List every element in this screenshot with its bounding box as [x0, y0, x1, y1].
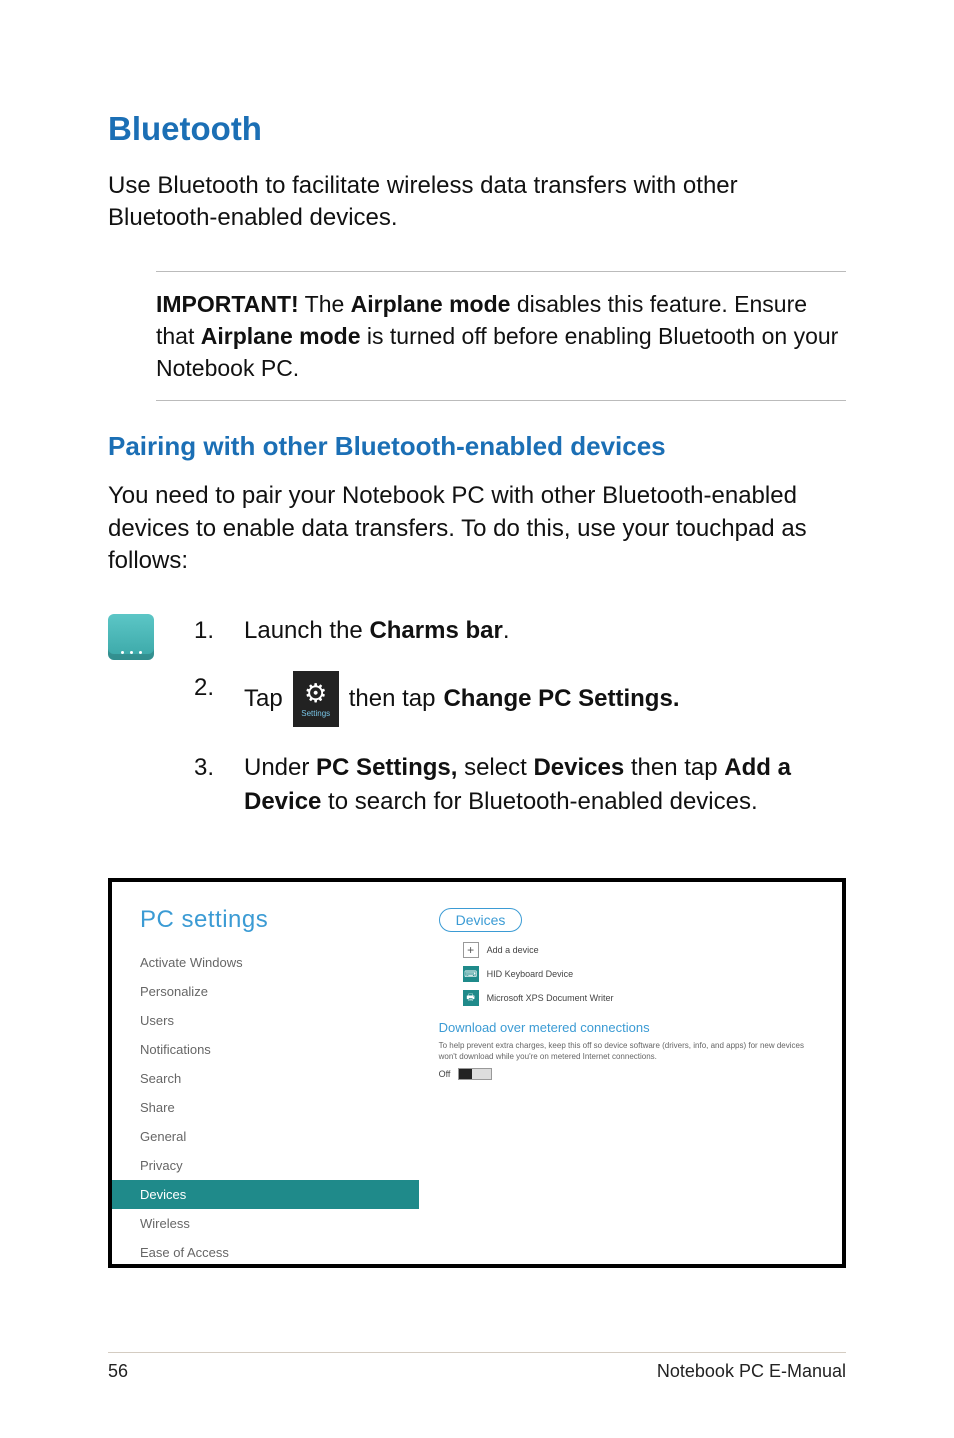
devices-pane: Devices + Add a device ⌨ HID Keyboard De… — [419, 882, 842, 1264]
devices-heading-badge: Devices — [439, 908, 523, 932]
step-3: 3. Under PC Settings, select Devices the… — [194, 751, 846, 818]
settings-tile-label: Settings — [301, 708, 330, 719]
sidebar-item-sync-your-settings[interactable]: Sync your settings — [140, 1267, 391, 1268]
device-row-printer[interactable]: 🖶 Microsoft XPS Document Writer — [439, 990, 822, 1006]
touchpad-icon — [108, 614, 154, 660]
step-number: 2. — [194, 671, 218, 705]
sidebar-item-personalize[interactable]: Personalize — [140, 977, 391, 1006]
intro-paragraph: Use Bluetooth to facilitate wireless dat… — [108, 170, 846, 235]
steps-container: 1. Launch the Charms bar. 2. Tap ⚙ Setti… — [108, 614, 846, 843]
step-number: 3. — [194, 751, 218, 785]
metered-description: To help prevent extra charges, keep this… — [439, 1041, 822, 1062]
settings-tile-icon: ⚙ Settings — [293, 671, 339, 727]
important-callout: IMPORTANT! The Airplane mode disables th… — [156, 271, 846, 402]
device-label: HID Keyboard Device — [487, 969, 574, 979]
plus-icon: + — [463, 942, 479, 958]
metered-toggle[interactable] — [458, 1068, 492, 1080]
footer-title: Notebook PC E-Manual — [657, 1361, 846, 1382]
section-heading: Pairing with other Bluetooth-enabled dev… — [108, 431, 846, 462]
step-text: Launch the — [244, 617, 369, 644]
callout-bold1: Airplane mode — [351, 291, 511, 317]
page-number: 56 — [108, 1361, 128, 1382]
toggle-label: Off — [439, 1069, 451, 1079]
device-label: Microsoft XPS Document Writer — [487, 993, 614, 1003]
printer-icon: 🖶 — [463, 990, 479, 1006]
pc-settings-sidebar: PC settings Activate Windows Personalize… — [112, 882, 419, 1264]
sidebar-item-share[interactable]: Share — [140, 1093, 391, 1122]
sidebar-item-users[interactable]: Users — [140, 1006, 391, 1035]
step-2: 2. Tap ⚙ Settings then tap Change PC Set… — [194, 671, 846, 727]
sidebar-title: PC settings — [140, 906, 391, 934]
gear-icon: ⚙ — [304, 680, 327, 706]
sidebar-item-wireless[interactable]: Wireless — [140, 1209, 391, 1238]
add-device-row[interactable]: + Add a device — [439, 942, 822, 958]
callout-text: The — [299, 291, 351, 317]
add-device-label: Add a device — [487, 945, 539, 955]
callout-prefix: IMPORTANT! — [156, 291, 299, 317]
step-text: Tap — [244, 682, 283, 716]
sidebar-item-ease-of-access[interactable]: Ease of Access — [140, 1238, 391, 1267]
step-text: to search for Bluetooth-enabled devices. — [321, 788, 757, 815]
section-paragraph: You need to pair your Notebook PC with o… — [108, 480, 846, 577]
sidebar-item-privacy[interactable]: Privacy — [140, 1151, 391, 1180]
step-bold: Devices — [533, 754, 624, 781]
sidebar-item-search[interactable]: Search — [140, 1064, 391, 1093]
sidebar-item-notifications[interactable]: Notifications — [140, 1035, 391, 1064]
step-text: select — [457, 754, 533, 781]
sidebar-item-general[interactable]: General — [140, 1122, 391, 1151]
callout-bold2: Airplane mode — [201, 323, 361, 349]
metered-toggle-row: Off — [439, 1068, 822, 1080]
step-bold: Charms bar — [369, 617, 502, 644]
step-number: 1. — [194, 614, 218, 648]
pc-settings-screenshot: PC settings Activate Windows Personalize… — [108, 878, 846, 1268]
step-bold: PC Settings, — [316, 754, 457, 781]
metered-heading: Download over metered connections — [439, 1020, 822, 1035]
step-text: then tap — [349, 682, 436, 716]
keyboard-icon: ⌨ — [463, 966, 479, 982]
sidebar-item-activate-windows[interactable]: Activate Windows — [140, 948, 391, 977]
device-row-keyboard[interactable]: ⌨ HID Keyboard Device — [439, 966, 822, 982]
step-text: Under — [244, 754, 316, 781]
step-text: . — [503, 617, 510, 644]
page-footer: 56 Notebook PC E-Manual — [108, 1352, 846, 1382]
step-1: 1. Launch the Charms bar. — [194, 614, 846, 648]
page-heading: Bluetooth — [108, 110, 846, 148]
step-bold: Change PC Settings. — [443, 682, 679, 716]
sidebar-item-devices[interactable]: Devices — [112, 1180, 419, 1209]
step-text: then tap — [624, 754, 724, 781]
